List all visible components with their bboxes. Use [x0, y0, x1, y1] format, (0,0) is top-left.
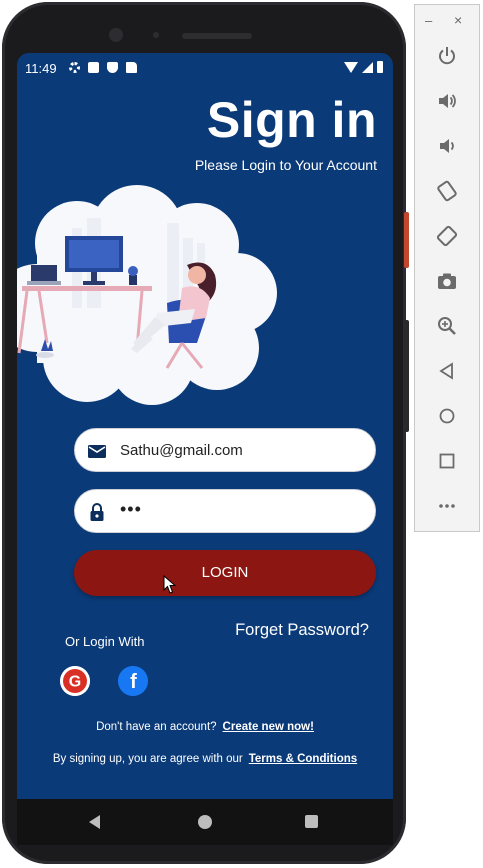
front-camera [109, 28, 123, 42]
signup-prompt: Don't have an account? Create new now! [17, 721, 393, 733]
emulator-toolbar: – × [414, 4, 480, 532]
phone-speaker [182, 33, 252, 39]
password-value: ••• [120, 499, 142, 519]
rotate-right-button[interactable] [434, 223, 460, 249]
emulator-overview-button[interactable] [434, 448, 460, 474]
back-icon [439, 362, 453, 380]
nav-home-icon[interactable] [198, 815, 212, 829]
volume-down-button[interactable] [434, 133, 460, 159]
app-screen: 11:49 Sign in Please Login to Your Accou… [17, 53, 393, 799]
app-notification-icon [88, 62, 99, 73]
password-field[interactable]: ••• [74, 489, 376, 533]
page-title: Sign in [206, 92, 377, 148]
minimize-button[interactable]: – [425, 13, 432, 28]
navigation-bar [17, 799, 393, 845]
emulator-home-button[interactable] [434, 403, 460, 429]
power-button[interactable] [434, 43, 460, 69]
terms-link[interactable]: Terms & Conditions [249, 753, 357, 765]
email-value: Sathu@gmail.com [120, 442, 243, 459]
facebook-login-button[interactable]: f [118, 666, 148, 696]
google-icon: G [69, 674, 81, 691]
close-button[interactable]: × [454, 12, 462, 28]
zoom-icon [438, 317, 456, 335]
lock-icon [90, 503, 104, 521]
create-account-link[interactable]: Create new now! [223, 721, 314, 733]
more-icon [439, 504, 455, 508]
google-login-button[interactable]: G [60, 666, 90, 696]
sd-card-icon [126, 62, 137, 73]
proximity-sensor [153, 32, 159, 38]
mouse-cursor-icon [163, 575, 177, 594]
overview-icon [439, 453, 455, 469]
status-bar: 11:49 [17, 53, 393, 83]
volume-up-icon [439, 94, 456, 108]
status-system-icons [344, 61, 383, 73]
status-notification-icons [69, 62, 137, 73]
rotate-left-button[interactable] [434, 178, 460, 204]
volume-up-button[interactable] [434, 88, 460, 114]
camera-icon [438, 273, 456, 289]
more-options-button[interactable] [434, 493, 460, 519]
settings-icon [69, 62, 80, 73]
nav-back-icon[interactable] [89, 815, 100, 829]
email-icon [88, 445, 106, 458]
signal-icon [362, 61, 373, 73]
volume-side-button[interactable] [404, 320, 409, 432]
facebook-icon: f [130, 671, 137, 693]
rotate-left-icon [437, 180, 457, 202]
page-subtitle: Please Login to Your Account [194, 157, 377, 173]
volume-down-icon [440, 139, 454, 153]
forget-password-link[interactable]: Forget Password? [235, 621, 369, 640]
workspace-illustration [17, 185, 277, 405]
no-account-text: Don't have an account? [96, 721, 217, 733]
login-button[interactable]: LOGIN [74, 550, 376, 596]
home-icon [439, 408, 455, 424]
wifi-icon [344, 61, 358, 73]
email-field[interactable]: Sathu@gmail.com [74, 428, 376, 472]
zoom-button[interactable] [434, 313, 460, 339]
power-side-button[interactable] [404, 212, 409, 268]
screenshot-button[interactable] [434, 268, 460, 294]
agree-text: By signing up, you are agree with our [52, 753, 243, 765]
battery-icon [377, 61, 383, 73]
power-icon [439, 47, 455, 65]
emulator-back-button[interactable] [434, 358, 460, 384]
rotate-right-icon [436, 225, 458, 247]
terms-notice: By signing up, you are agree with our Ter… [17, 753, 393, 765]
or-login-with-label: Or Login With [65, 634, 145, 649]
nav-recents-icon[interactable] [305, 815, 318, 828]
shield-icon [107, 62, 118, 73]
status-time: 11:49 [25, 61, 57, 76]
